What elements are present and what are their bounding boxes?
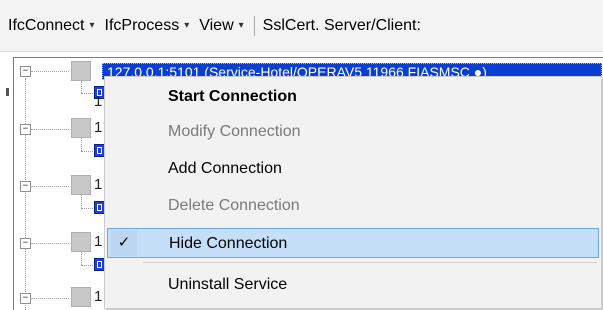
menu-item-label: Add Connection bbox=[168, 160, 282, 177]
tree-expander-icon[interactable]: − bbox=[20, 66, 31, 77]
tree-connector-line bbox=[25, 78, 26, 310]
ssl-cert-label: SslCert. Server/Client: bbox=[262, 16, 421, 34]
tree-connector-line bbox=[31, 298, 69, 299]
splitter-handle[interactable] bbox=[6, 88, 9, 96]
menu-item-start-connection[interactable]: Start Connection bbox=[107, 82, 599, 112]
service-node-icon bbox=[71, 118, 91, 138]
tree-connector-line bbox=[81, 93, 93, 94]
menu-separator bbox=[143, 262, 597, 263]
tree-connector-line bbox=[81, 151, 93, 152]
tree-row-label[interactable]: 1 bbox=[94, 93, 102, 110]
menu-item-label: Start Connection bbox=[168, 88, 297, 105]
tree-connector-line bbox=[31, 71, 69, 72]
tree-row-label[interactable]: 1 bbox=[94, 233, 102, 250]
menu-item-modify-connection[interactable]: Modify Connection bbox=[107, 117, 599, 147]
service-node-icon bbox=[71, 175, 91, 195]
menu-item-delete-connection[interactable]: Delete Connection bbox=[107, 191, 599, 221]
tree-connector-line bbox=[81, 265, 93, 266]
tree-expander-icon[interactable]: − bbox=[20, 293, 31, 304]
tree-expander-icon[interactable]: − bbox=[20, 124, 31, 135]
tree-connector-line bbox=[81, 208, 93, 209]
tree-connector-line bbox=[31, 243, 69, 244]
menu-item-label: Hide Connection bbox=[169, 235, 288, 252]
menu-item-label: Uninstall Service bbox=[168, 276, 288, 293]
menu-ifcconnect-label: IfcConnect bbox=[8, 16, 85, 34]
menu-item-add-connection[interactable]: Add Connection bbox=[107, 154, 599, 184]
checkmark-icon: ✓ bbox=[111, 230, 137, 256]
menu-ifcprocess[interactable]: IfcProcess ▾ bbox=[105, 17, 190, 35]
tree-connector-line bbox=[81, 81, 82, 93]
toolbar-separator bbox=[253, 15, 255, 36]
tree-connector-line bbox=[81, 252, 82, 265]
tree-expander-icon[interactable]: − bbox=[20, 238, 31, 249]
dropdown-caret-icon: ▾ bbox=[184, 20, 190, 31]
tree-connector-line bbox=[31, 129, 69, 130]
menu-ifcprocess-label: IfcProcess bbox=[104, 16, 180, 34]
service-node-icon bbox=[71, 232, 91, 252]
service-node-icon bbox=[71, 287, 91, 307]
tree-expander-icon[interactable]: − bbox=[20, 181, 31, 192]
menu-ifcconnect[interactable]: IfcConnect ▾ bbox=[8, 17, 95, 35]
menu-item-hide-connection[interactable]: ✓ Hide Connection bbox=[107, 228, 599, 258]
service-node-icon bbox=[71, 61, 91, 81]
dropdown-caret-icon: ▾ bbox=[238, 20, 244, 31]
menu-item-uninstall-service[interactable]: Uninstall Service bbox=[107, 270, 599, 300]
menu-view[interactable]: View ▾ bbox=[199, 17, 243, 35]
tree-row-label[interactable]: 1 bbox=[94, 288, 102, 305]
tree-row-label[interactable]: 1 bbox=[94, 119, 102, 136]
tree-connector-line bbox=[31, 186, 69, 187]
menu-item-label: Modify Connection bbox=[168, 123, 301, 140]
menu-item-label: Delete Connection bbox=[168, 197, 300, 214]
context-menu: Start Connection Modify Connection Add C… bbox=[104, 76, 602, 309]
dropdown-caret-icon: ▾ bbox=[89, 20, 95, 31]
menu-view-label: View bbox=[199, 16, 234, 34]
tree-connector-line bbox=[81, 138, 82, 151]
tree-row-label[interactable]: 1 bbox=[94, 176, 102, 193]
toolbar: IfcConnect ▾ IfcProcess ▾ View ▾ SslCert… bbox=[0, 0, 603, 52]
tree-connector-line bbox=[81, 195, 82, 208]
